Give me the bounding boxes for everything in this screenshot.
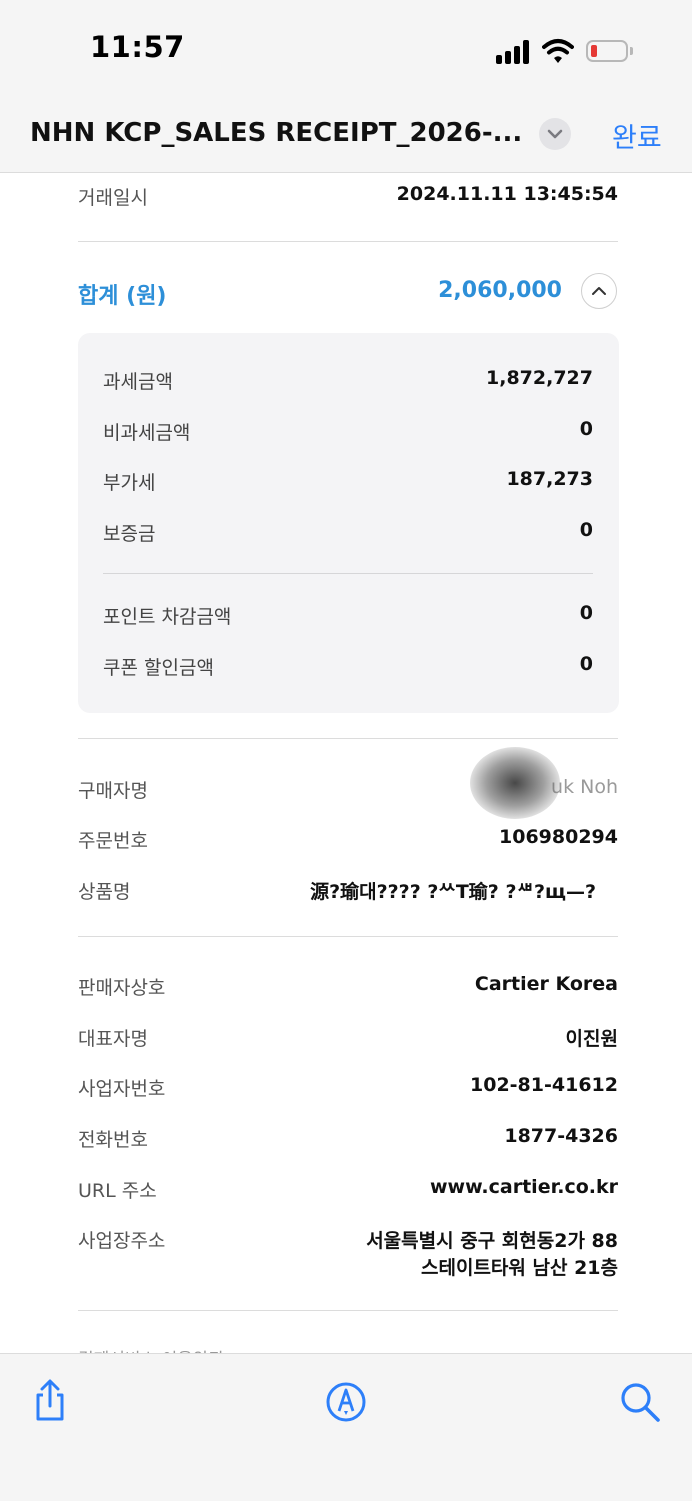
row-label: 사업자번호 — [78, 1078, 166, 1100]
breakdown-row: 과세금액 1,872,727 — [103, 367, 593, 397]
receipt-content[interactable]: 거래일시 2024.11.11 13:45:54 합계 (원) 2,060,00… — [0, 173, 692, 1353]
breakdown-value: 1,872,727 — [486, 367, 593, 389]
seller-row: 사업자번호 102-81-41612 — [78, 1074, 618, 1104]
breakdown-value: 0 — [579, 602, 593, 624]
document-title[interactable]: NHN KCP_SALES RECEIPT_2026-... — [30, 118, 530, 148]
next-section-partial-label: 결제서비스 이용약관 — [78, 1345, 224, 1353]
row-value: 源?瑜대???? ?ᄊT瑜? ?ᄲ?щ—? — [310, 881, 596, 903]
share-icon[interactable] — [28, 1378, 72, 1422]
row-label: 판매자상호 — [78, 977, 166, 999]
amount-breakdown-panel: 과세금액 1,872,727 비과세금액 0 부가세 187,273 보증금 0… — [78, 333, 619, 713]
breakdown-value: 187,273 — [506, 468, 593, 490]
divider — [78, 241, 618, 242]
chevron-up-icon — [592, 287, 606, 295]
row-label: 사업장주소 — [78, 1230, 166, 1252]
collapse-breakdown-button[interactable] — [581, 273, 617, 309]
breakdown-value: 0 — [579, 519, 593, 541]
row-value: Cartier Korea — [474, 973, 618, 995]
breakdown-label: 과세금액 — [103, 371, 173, 393]
divider — [78, 1310, 618, 1311]
divider — [78, 936, 618, 937]
order-number-row: 주문번호 106980294 — [78, 826, 618, 856]
title-menu-button[interactable] — [539, 118, 571, 150]
row-value[interactable]: www.cartier.co.kr — [430, 1176, 618, 1198]
breakdown-label: 포인트 차감금액 — [103, 606, 232, 628]
breakdown-label: 보증금 — [103, 523, 156, 545]
row-label: 거래일시 — [78, 187, 148, 209]
address-line-1: 서울특별시 중구 회현동2가 88 — [366, 1230, 618, 1252]
row-value: 2024.11.11 13:45:54 — [396, 183, 618, 205]
row-value: 이진원 — [565, 1028, 618, 1050]
search-icon[interactable] — [618, 1380, 662, 1424]
status-time: 11:57 — [90, 30, 185, 64]
breakdown-label: 쿠폰 할인금액 — [103, 657, 214, 679]
breakdown-row: 포인트 차감금액 0 — [103, 602, 593, 632]
total-amount: 2,060,000 — [438, 278, 562, 303]
total-label: 합계 (원) — [78, 284, 167, 309]
redaction-blur — [470, 747, 560, 819]
address-line-2: 스테이트타워 남산 21층 — [421, 1257, 618, 1279]
row-label: 전화번호 — [78, 1129, 148, 1151]
battery-cap — [630, 47, 633, 55]
divider — [78, 738, 618, 739]
breakdown-label: 비과세금액 — [103, 422, 191, 444]
row-value: 102-81-41612 — [470, 1074, 618, 1096]
row-label: 구매자명 — [78, 780, 148, 802]
breakdown-value: 0 — [579, 653, 593, 675]
breakdown-label: 부가세 — [103, 472, 156, 494]
buyer-name-value: uk Noh — [551, 776, 618, 798]
seller-row: URL 주소 www.cartier.co.kr — [78, 1176, 618, 1206]
status-bar: 11:57 — [0, 0, 692, 100]
chevron-down-icon — [547, 129, 563, 139]
breakdown-row: 비과세금액 0 — [103, 418, 593, 448]
seller-row: 대표자명 이진원 — [78, 1024, 618, 1054]
breakdown-value: 0 — [579, 418, 593, 440]
seller-row: 전화번호 1877-4326 — [78, 1125, 618, 1155]
breakdown-row: 부가세 187,273 — [103, 468, 593, 498]
breakdown-row: 보증금 0 — [103, 519, 593, 549]
product-name-row: 상품명 源?瑜대???? ?ᄊT瑜? ?ᄲ?щ—? — [78, 877, 618, 907]
battery-icon — [586, 40, 628, 62]
row-label: URL 주소 — [78, 1180, 157, 1202]
wifi-icon — [542, 39, 574, 63]
row-label: 주문번호 — [78, 830, 148, 852]
battery-level-indicator — [591, 45, 597, 57]
transaction-datetime-row: 거래일시 2024.11.11 13:45:54 — [78, 183, 618, 213]
bottom-toolbar — [0, 1353, 692, 1501]
seller-row: 판매자상호 Cartier Korea — [78, 973, 618, 1003]
breakdown-divider — [103, 573, 593, 574]
seller-address-row: 사업장주소 서울특별시 중구 회현동2가 88 스테이트타워 남산 21층 — [78, 1226, 618, 1286]
done-button[interactable]: 완료 — [612, 116, 662, 155]
row-label: 대표자명 — [78, 1028, 148, 1050]
row-value: 1877-4326 — [504, 1125, 618, 1147]
cellular-signal-icon — [496, 40, 532, 64]
nav-bar: NHN KCP_SALES RECEIPT_2026-... 완료 — [0, 100, 692, 173]
markup-icon[interactable] — [324, 1380, 368, 1424]
row-label: 상품명 — [78, 881, 131, 903]
breakdown-row: 쿠폰 할인금액 0 — [103, 653, 593, 683]
row-value: 106980294 — [499, 826, 618, 848]
